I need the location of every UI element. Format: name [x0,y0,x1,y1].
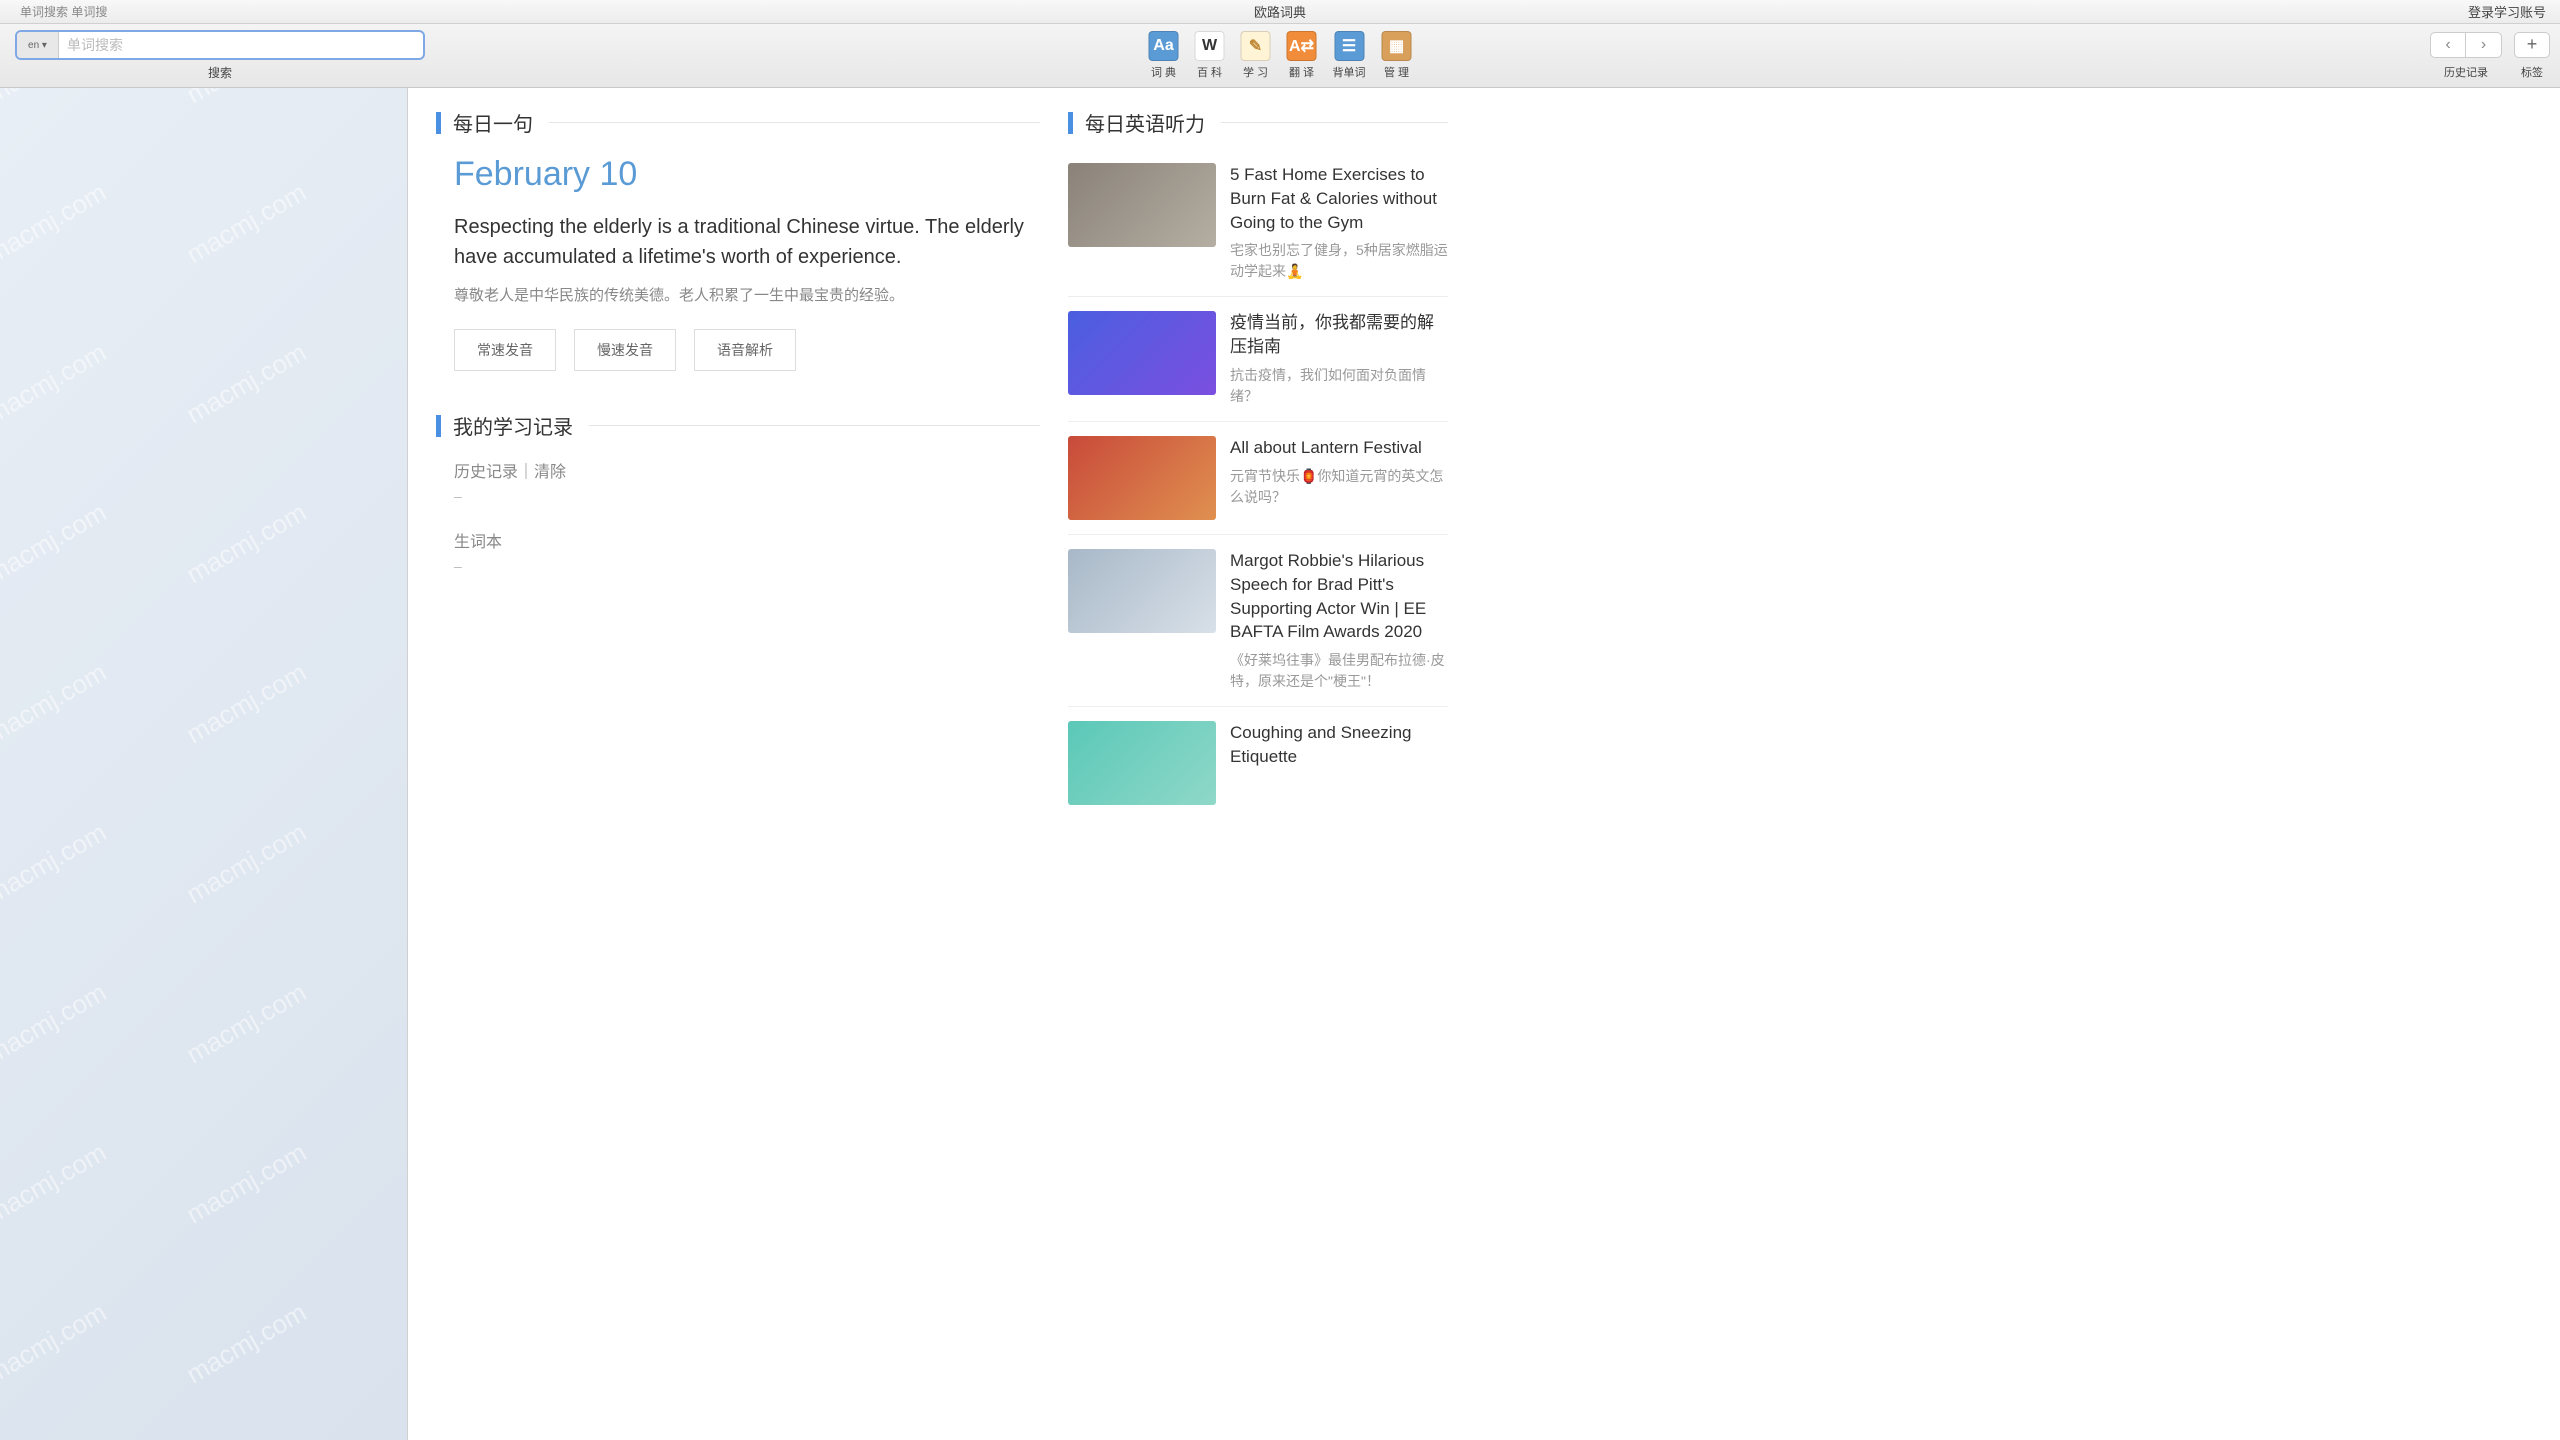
tool-item-4[interactable]: ☰ 背单词 [1333,31,1366,80]
tool-item-0[interactable]: Aa 词 典 [1149,31,1179,80]
watermark: macmj.com [0,977,112,1070]
tool-item-3[interactable]: A⇄ 翻 译 [1287,31,1317,80]
watermark: macmj.com [181,977,312,1070]
tool-icon: Aa [1149,31,1179,61]
tool-label: 学 习 [1243,64,1268,80]
listening-item[interactable]: 疫情当前，你我都需要的解压指南抗击疫情，我们如何面对负面情绪？ [1068,297,1448,422]
search-input[interactable] [59,37,423,53]
watermark: macmj.com [181,817,312,910]
section-accent [436,415,441,437]
listening-thumbnail [1068,163,1216,247]
search-lang-selector[interactable]: en ▾ [17,32,59,58]
toolbar: en ▾ 搜索 Aa 词 典 W 百 科 ✎ 学 习 A⇄ 翻 译 ☰ 背单词 ▦ 管 理 ‹ › 历… [0,24,2560,88]
listening-title: All about Lantern Festival [1230,436,1448,460]
history-empty: – [454,488,1040,504]
tool-icon: ☰ [1334,31,1364,61]
listening-item[interactable]: Coughing and Sneezing Etiquette [1068,707,1448,819]
tool-label: 百 科 [1197,64,1222,80]
tool-item-5[interactable]: ▦ 管 理 [1382,31,1412,80]
watermark: macmj.com [181,497,312,590]
listening-item[interactable]: Margot Robbie's Hilarious Speech for Bra… [1068,535,1448,707]
history-forward-button[interactable]: › [2466,32,2502,58]
listening-title: 5 Fast Home Exercises to Burn Fat & Calo… [1230,163,1448,234]
study-record-header: 我的学习记录 [453,411,573,440]
tool-icon: ▦ [1382,31,1412,61]
search-box[interactable]: en ▾ [15,30,425,60]
watermark: macmj.com [181,1137,312,1230]
watermark: macmj.com [181,337,312,430]
watermark: macmj.com [0,177,112,270]
watermark: macmj.com [0,817,112,910]
daily-chinese: 尊敬老人是中华民族的传统美德。老人积累了一生中最宝贵的经验。 [454,284,1040,305]
watermark: macmj.com [0,497,112,590]
history-back-button[interactable]: ‹ [2430,32,2466,58]
vocab-book-link[interactable]: 生词本 [454,528,1040,552]
listening-item[interactable]: 5 Fast Home Exercises to Burn Fat & Calo… [1068,149,1448,297]
bookmark-label: 标签 [2521,64,2543,80]
tool-label: 管 理 [1384,64,1409,80]
listening-thumbnail [1068,311,1216,395]
daily-sentence-header: 每日一句 [453,108,533,137]
listening-thumbnail [1068,721,1216,805]
watermark: macmj.com [0,1297,112,1390]
tool-label: 词 典 [1151,64,1176,80]
section-accent [1068,112,1073,134]
watermark: macmj.com [0,1137,112,1230]
sidebar: macmj.com macmj.com macmj.com macmj.com macm… [0,88,408,1440]
listening-title: Coughing and Sneezing Etiquette [1230,721,1448,769]
watermark: macmj.com [0,657,112,750]
daily-date: February 10 [454,155,1040,194]
title-hint: 单词搜索 单词搜 [20,3,107,20]
listening-title: 疫情当前，你我都需要的解压指南 [1230,311,1448,359]
listening-item[interactable]: All about Lantern Festival 元宵节快乐🏮你知道元宵的英文… [1068,422,1448,535]
listening-title: Margot Robbie's Hilarious Speech for Bra… [1230,549,1448,644]
voice-parse-button[interactable]: 语音解析 [694,329,796,371]
listening-subtitle: 抗击疫情，我们如何面对负面情绪？ [1230,365,1448,407]
login-link[interactable]: 登录学习账号 [2468,2,2546,21]
watermark: macmj.com [181,657,312,750]
watermark: macmj.com [0,88,112,110]
tool-icon: ✎ [1241,31,1271,61]
normal-speed-button[interactable]: 常速发音 [454,329,556,371]
listening-subtitle: 宅家也别忘了健身，5种居家燃脂运动学起来🧘 [1230,240,1448,282]
listening-thumbnail [1068,549,1216,633]
vocab-empty: – [454,558,1040,574]
listening-thumbnail [1068,436,1216,520]
tool-item-2[interactable]: ✎ 学 习 [1241,31,1271,80]
history-label: 历史记录 [2444,64,2488,80]
tool-icon: A⇄ [1287,31,1317,61]
tool-item-1[interactable]: W 百 科 [1195,31,1225,80]
listening-subtitle: 《好莱坞往事》最佳男配布拉德·皮特，原来还是个"梗王"！ [1230,650,1448,692]
slow-speed-button[interactable]: 慢速发音 [574,329,676,371]
tool-label: 翻 译 [1289,64,1314,80]
search-label: 搜索 [208,64,232,81]
tool-icon: W [1195,31,1225,61]
section-accent [436,112,441,134]
daily-english: Respecting the elderly is a traditional … [454,212,1040,272]
watermark: macmj.com [181,88,312,110]
tool-label: 背单词 [1333,64,1366,80]
titlebar: 单词搜索 单词搜 欧路词典 登录学习账号 [0,0,2560,24]
watermark: macmj.com [181,177,312,270]
watermark: macmj.com [181,1297,312,1390]
watermark: macmj.com [0,337,112,430]
history-clear-link[interactable]: 历史记录｜清除 [454,458,1040,482]
listening-subtitle: 元宵节快乐🏮你知道元宵的英文怎么说吗？ [1230,466,1448,508]
add-bookmark-button[interactable]: + [2514,32,2550,58]
listening-header: 每日英语听力 [1085,108,1205,137]
app-title: 欧路词典 [1254,2,1306,21]
